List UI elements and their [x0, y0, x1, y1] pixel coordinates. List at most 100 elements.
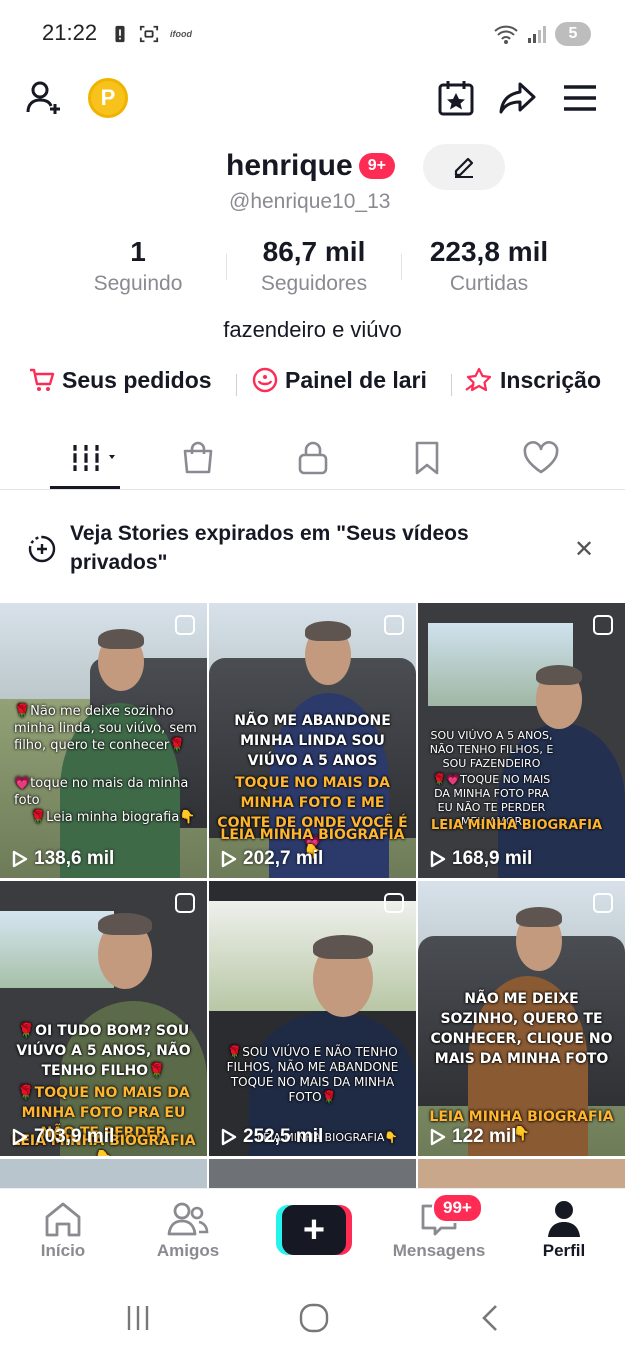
- orders-link[interactable]: Seus pedidos: [28, 366, 212, 394]
- story-plus-icon: [28, 535, 56, 563]
- dashboard-icon: [252, 367, 278, 393]
- subscription-link[interactable]: Inscrição: [464, 366, 601, 394]
- close-icon[interactable]: ✕: [574, 535, 594, 564]
- stories-banner-text: Veja Stories expirados em "Seus vídeos p…: [70, 522, 469, 574]
- nav-label: Mensagens: [392, 1241, 486, 1260]
- view-count: 138,6 mil: [12, 848, 114, 870]
- friends-icon: [167, 1202, 209, 1236]
- video-tile[interactable]: NÃO ME ABANDONE MINHA LINDA SOU VIÚVO A …: [209, 603, 416, 878]
- profile-links: Seus pedidos Painel de lari Inscrição: [0, 366, 625, 402]
- link-label: Painel de lari: [285, 366, 427, 393]
- calendar-button[interactable]: [434, 76, 478, 120]
- view-count: 703,9 mil: [12, 1126, 114, 1148]
- video-grid-icon: [71, 445, 115, 471]
- multi-clip-icon: [384, 615, 404, 635]
- stories-banner[interactable]: Veja Stories expirados em "Seus vídeos p…: [0, 505, 625, 595]
- stat-followers[interactable]: 86,7 mil Seguidores: [229, 236, 399, 296]
- view-count: 168,9 mil: [430, 848, 532, 870]
- status-right: 5: [493, 22, 591, 46]
- tab-private[interactable]: [283, 436, 343, 480]
- nav-home[interactable]: Início: [8, 1197, 118, 1261]
- video-tile[interactable]: SOU VIÚVO A 5 ANOS, NÃO TENHO FILHOS, E …: [418, 603, 625, 878]
- messages-badge: 99+: [432, 1193, 483, 1223]
- edit-profile-button[interactable]: [423, 144, 505, 190]
- back-button[interactable]: [470, 1298, 510, 1338]
- stat-divider: [401, 254, 402, 280]
- screenshot-icon: [139, 25, 159, 43]
- view-count: 202,7 mil: [221, 848, 323, 870]
- video-grid: 🌹Não me deixe sozinho minha linda, sou v…: [0, 603, 625, 1193]
- stat-value: 1: [130, 236, 146, 267]
- notification-badge[interactable]: 9+: [358, 153, 395, 179]
- status-bar: 21:22 ifood 5: [0, 0, 625, 70]
- video-tile[interactable]: 🌹OI TUDO BOM? SOU VIÚVO A 5 ANOS, NÃO TE…: [0, 881, 207, 1156]
- multi-clip-icon: [384, 893, 404, 913]
- dashboard-link[interactable]: Painel de lari: [251, 366, 427, 394]
- nav-label: Início: [40, 1241, 86, 1260]
- view-count-text: 252,5 mil: [243, 1126, 324, 1147]
- video-thumbnail-bg: [209, 901, 416, 1011]
- profile-tabs: [0, 430, 625, 490]
- play-icon: [12, 1128, 28, 1146]
- wifi-icon: [494, 25, 518, 44]
- add-user-icon: [26, 81, 60, 114]
- view-count: 252,5 mil: [221, 1126, 323, 1148]
- profile-stats: 1 Seguindo 86,7 mil Seguidores 223,8 mil…: [0, 236, 625, 302]
- nav-label: Perfil: [542, 1241, 586, 1260]
- name-row: henrique 9+: [226, 144, 395, 188]
- link-label: Seus pedidos: [62, 366, 212, 393]
- battery-alert-icon: [115, 25, 125, 43]
- view-count-text: 202,7 mil: [243, 848, 324, 869]
- cart-icon: [30, 368, 55, 391]
- video-tile[interactable]: 🌹Não me deixe sozinho minha linda, sou v…: [0, 603, 207, 878]
- video-tile[interactable]: 🌹SOU VIÚVO E NÃO TENHO FILHOS, NÃO ME AB…: [209, 881, 416, 1156]
- create-button[interactable]: +: [276, 1205, 352, 1255]
- view-count-text: 703,9 mil: [34, 1126, 115, 1147]
- multi-clip-icon: [175, 893, 195, 913]
- tab-shop[interactable]: [168, 436, 228, 480]
- hamburger-menu-icon: [564, 85, 596, 111]
- video-caption: 🌹SOU VIÚVO E NÃO TENHO FILHOS, NÃO ME AB…: [226, 1045, 399, 1104]
- video-caption: NÃO ME DEIXE SOZINHO, QUERO TE CONHECER,…: [430, 991, 613, 1067]
- stat-label: Curtidas: [449, 272, 529, 295]
- tab-saved[interactable]: [397, 436, 457, 480]
- recent-apps-button[interactable]: [118, 1298, 158, 1338]
- person-hair: [516, 907, 562, 927]
- share-icon: [499, 82, 536, 114]
- nav-friends[interactable]: Amigos: [133, 1197, 243, 1261]
- plus-icon: +: [282, 1205, 346, 1255]
- play-icon: [430, 850, 446, 868]
- home-icon: [45, 1202, 81, 1237]
- home-button[interactable]: [294, 1298, 334, 1338]
- coin-icon[interactable]: P: [88, 78, 128, 118]
- multi-clip-icon: [175, 615, 195, 635]
- stat-label: Seguidores: [260, 272, 368, 295]
- stat-label: Seguindo: [93, 272, 183, 295]
- stat-following[interactable]: 1 Seguindo: [53, 236, 223, 296]
- lock-icon: [298, 441, 328, 475]
- view-count-text: 168,9 mil: [452, 848, 533, 869]
- stat-value: 86,7 mil: [262, 236, 366, 267]
- active-tab-indicator: [50, 486, 120, 489]
- person-hair: [98, 913, 152, 935]
- video-caption: LEIA MINHA BIOGRAFIA: [430, 818, 603, 833]
- multi-clip-icon: [593, 615, 613, 635]
- play-icon: [430, 1128, 446, 1146]
- video-caption: 🌹Não me deixe sozinho minha linda, sou v…: [14, 704, 197, 753]
- ifood-logo: ifood: [170, 29, 192, 39]
- menu-button[interactable]: [558, 76, 602, 120]
- stat-likes[interactable]: 223,8 mil Curtidas: [404, 236, 574, 296]
- share-profile-button[interactable]: [496, 76, 540, 120]
- tab-videos[interactable]: [58, 436, 128, 480]
- video-caption: 🌹OI TUDO BOM? SOU VIÚVO A 5 ANOS, NÃO TE…: [16, 1023, 191, 1079]
- bottom-nav: Início Amigos + Mensagens 99+ Perfil: [0, 1188, 625, 1278]
- nav-profile[interactable]: Perfil: [509, 1197, 619, 1261]
- multi-clip-icon: [593, 893, 613, 913]
- video-tile[interactable]: NÃO ME DEIXE SOZINHO, QUERO TE CONHECER,…: [418, 881, 625, 1156]
- add-friend-button[interactable]: [22, 76, 66, 120]
- profile-username: henrique: [226, 149, 353, 182]
- link-label: Inscrição: [500, 366, 601, 393]
- status-time: 21:22: [42, 20, 98, 45]
- person-hair: [536, 665, 582, 685]
- tab-liked[interactable]: [511, 436, 571, 480]
